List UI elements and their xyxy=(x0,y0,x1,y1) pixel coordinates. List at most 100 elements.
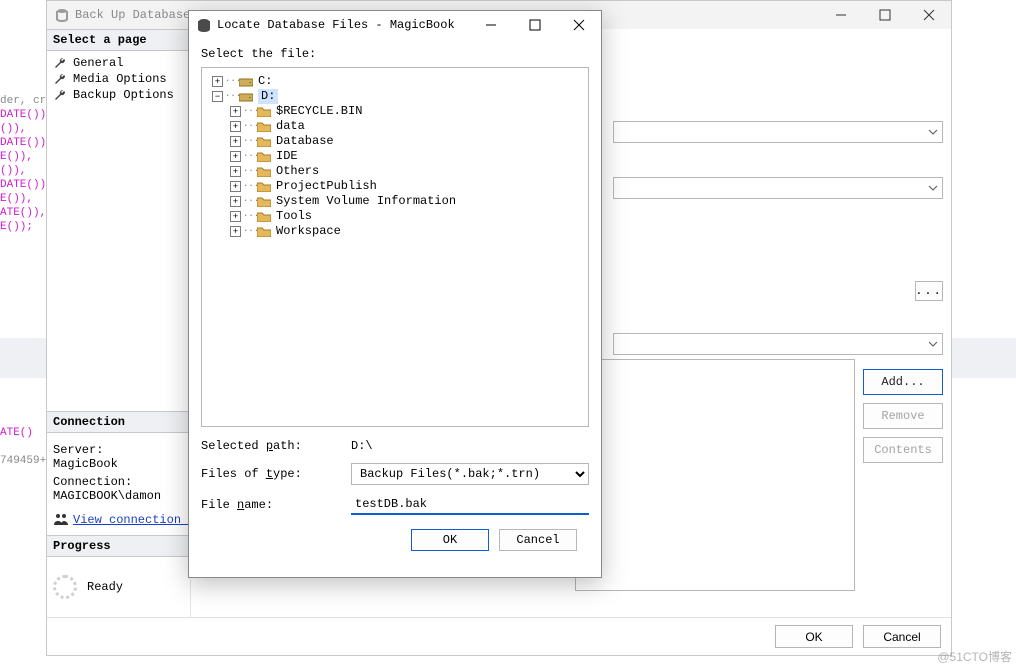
maximize-button[interactable] xyxy=(863,1,907,29)
folder-icon xyxy=(257,226,271,237)
files-of-type-label: Files of type: xyxy=(201,467,351,481)
file-name-label: File name: xyxy=(201,498,351,512)
backup-footer: OK Cancel xyxy=(47,617,951,655)
expand-icon[interactable]: + xyxy=(230,136,241,147)
tree-label: System Volume Information xyxy=(276,194,456,209)
chevron-down-icon xyxy=(928,127,938,137)
tree-label: $RECYCLE.BIN xyxy=(276,104,362,119)
progress-spinner-icon xyxy=(53,575,77,599)
tree-label: C: xyxy=(258,74,272,89)
locate-ok-button[interactable]: OK xyxy=(411,529,489,551)
backup-cancel-button[interactable]: Cancel xyxy=(863,625,941,648)
combo-3[interactable] xyxy=(613,333,943,355)
tree-label: Database xyxy=(276,134,334,149)
folder-icon xyxy=(257,166,271,177)
wrench-icon xyxy=(53,56,67,70)
selected-path-label: Selected path: xyxy=(201,439,351,453)
expand-icon[interactable]: + xyxy=(230,211,241,222)
connection-label: Connection: xyxy=(53,475,184,489)
combo-1[interactable] xyxy=(613,121,943,143)
tree-folder[interactable]: +··· Tools xyxy=(206,209,584,224)
add-button[interactable]: Add... xyxy=(863,369,943,395)
remove-button[interactable]: Remove xyxy=(863,403,943,429)
drive-icon xyxy=(239,91,253,102)
combo-2[interactable] xyxy=(613,177,943,199)
progress-block: Ready xyxy=(47,557,190,617)
watermark: @51CTO博客 xyxy=(937,648,1012,665)
close-button[interactable] xyxy=(557,11,601,39)
server-value: MagicBook xyxy=(53,457,184,471)
contents-button[interactable]: Contents xyxy=(863,437,943,463)
maximize-button[interactable] xyxy=(513,11,557,39)
browse-button[interactable]: ... xyxy=(915,281,943,301)
wrench-icon xyxy=(53,88,67,102)
tree-folder[interactable]: +··· Workspace xyxy=(206,224,584,239)
tree-label: Tools xyxy=(276,209,312,224)
minimize-button[interactable] xyxy=(469,11,513,39)
tree-drive-c[interactable]: + ··· C: xyxy=(206,74,584,89)
page-label: Backup Options xyxy=(73,88,174,102)
tree-label: data xyxy=(276,119,305,134)
tree-folder[interactable]: +··· Database xyxy=(206,134,584,149)
expand-icon[interactable]: + xyxy=(230,226,241,237)
tree-folder[interactable]: +··· data xyxy=(206,119,584,134)
locate-cancel-button[interactable]: Cancel xyxy=(499,529,577,551)
expand-icon[interactable]: + xyxy=(230,181,241,192)
code-background: der, cr DATE()) ()), DATE()), E()), ()),… xyxy=(0,80,52,248)
drive-icon xyxy=(239,76,253,87)
page-list: General Media Options Backup Options xyxy=(47,51,190,103)
destination-listbox[interactable] xyxy=(575,359,855,591)
page-media-options[interactable]: Media Options xyxy=(53,71,190,87)
folder-icon xyxy=(257,106,271,117)
database-icon xyxy=(55,8,69,22)
tree-label: IDE xyxy=(276,149,298,164)
tree-folder[interactable]: +··· ProjectPublish xyxy=(206,179,584,194)
file-name-input[interactable] xyxy=(351,495,589,515)
locate-files-window: Locate Database Files - MagicBook Select… xyxy=(188,10,602,578)
progress-header: Progress xyxy=(47,535,190,557)
connection-block: Server: MagicBook Connection: MAGICBOOK\… xyxy=(47,433,190,509)
tree-label: ProjectPublish xyxy=(276,179,377,194)
locate-title: Locate Database Files - MagicBook xyxy=(217,18,455,32)
page-label: General xyxy=(73,56,123,70)
tree-folder[interactable]: +··· Others xyxy=(206,164,584,179)
view-connection-link[interactable]: View connection pr xyxy=(73,513,203,527)
left-panel: Select a page General Media Options Back… xyxy=(47,29,191,617)
locate-titlebar[interactable]: Locate Database Files - MagicBook xyxy=(189,11,601,39)
folder-icon xyxy=(257,196,271,207)
expand-icon[interactable]: + xyxy=(230,166,241,177)
page-backup-options[interactable]: Backup Options xyxy=(53,87,190,103)
chevron-down-icon xyxy=(928,339,938,349)
files-of-type-select[interactable]: Backup Files(*.bak;*.trn) xyxy=(351,463,589,485)
selected-path-value: D:\ xyxy=(351,439,589,453)
page-general[interactable]: General xyxy=(53,55,190,71)
tree-label: Others xyxy=(276,164,319,179)
select-page-header: Select a page xyxy=(47,29,190,51)
expand-icon[interactable]: + xyxy=(230,121,241,132)
backup-ok-button[interactable]: OK xyxy=(775,625,853,648)
connection-header: Connection xyxy=(47,411,190,433)
chevron-down-icon xyxy=(928,183,938,193)
tree-folder[interactable]: +··· $RECYCLE.BIN xyxy=(206,104,584,119)
folder-tree[interactable]: + ··· C: − ··· D: +··· $RECYCLE.BIN xyxy=(201,67,589,427)
expand-icon[interactable]: + xyxy=(230,196,241,207)
server-label: Server: xyxy=(53,443,184,457)
expand-icon[interactable]: + xyxy=(230,106,241,117)
tree-drive-d[interactable]: − ··· D: xyxy=(206,89,584,104)
minimize-button[interactable] xyxy=(819,1,863,29)
wrench-icon xyxy=(53,72,67,86)
close-button[interactable] xyxy=(907,1,951,29)
connection-icon xyxy=(53,513,69,527)
expand-icon[interactable]: + xyxy=(212,76,223,87)
folder-icon xyxy=(257,151,271,162)
folder-icon xyxy=(257,211,271,222)
tree-folder[interactable]: +··· IDE xyxy=(206,149,584,164)
folder-icon xyxy=(257,121,271,132)
tree-label: D: xyxy=(258,89,278,104)
folder-icon xyxy=(257,136,271,147)
expand-icon[interactable]: + xyxy=(230,151,241,162)
connection-value: MAGICBOOK\damon xyxy=(53,489,184,503)
database-icon xyxy=(197,18,211,32)
collapse-icon[interactable]: − xyxy=(212,91,223,102)
tree-folder[interactable]: +··· System Volume Information xyxy=(206,194,584,209)
